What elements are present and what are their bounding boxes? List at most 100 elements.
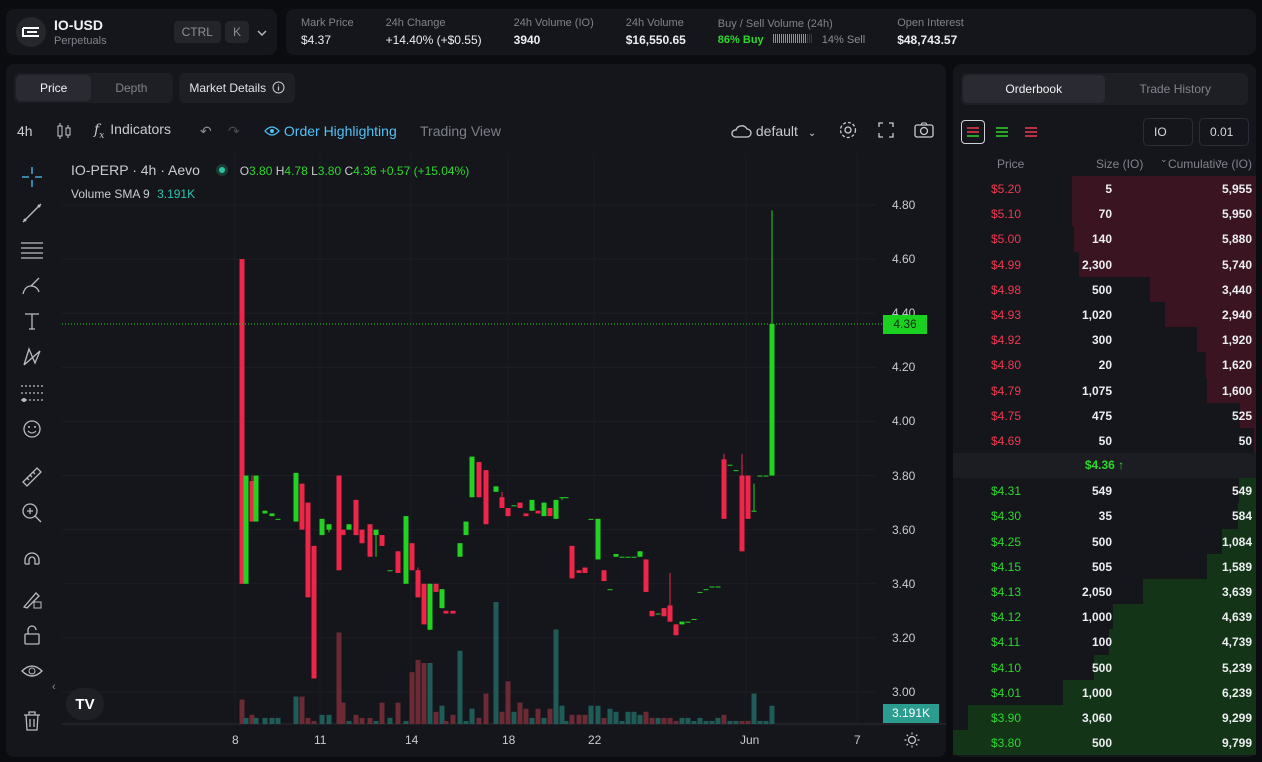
forecast-tool-icon[interactable] — [18, 380, 46, 406]
candle-body — [607, 589, 613, 591]
row-size: 500 — [1091, 660, 1112, 675]
tick-size-select[interactable]: 0.01 ⌄ — [1199, 118, 1249, 164]
ask-row[interactable]: $4.69 50 50 — [953, 427, 1256, 454]
candle-body — [293, 472, 299, 522]
zoom-in-icon[interactable] — [18, 500, 46, 526]
bid-row[interactable]: $4.13 2,050 3,639 — [953, 579, 1256, 605]
candle-type-icon[interactable] — [56, 122, 72, 143]
volume-bar — [359, 717, 365, 724]
gear-icon[interactable] — [838, 120, 858, 143]
trend-line-icon[interactable] — [18, 200, 46, 226]
time-tick-label: 7 — [854, 733, 861, 747]
bid-row[interactable]: $3.80 500 9,799 — [953, 730, 1256, 756]
view-bids-button[interactable] — [990, 120, 1014, 144]
ask-row[interactable]: $4.80 20 1,620 — [953, 352, 1256, 378]
view-asks-button[interactable] — [1019, 120, 1043, 144]
ask-row[interactable]: $5.00 140 5,880 — [953, 226, 1256, 252]
bid-row[interactable]: $4.30 35 584 — [953, 503, 1256, 529]
fullscreen-icon[interactable] — [878, 122, 894, 141]
candle-body — [326, 524, 332, 530]
collapse-toolbar-icon[interactable]: ‹ — [52, 681, 56, 693]
visibility-icon[interactable] — [18, 658, 46, 684]
chevron-down-icon[interactable] — [257, 25, 267, 39]
trading-view-button[interactable]: Trading View — [420, 123, 501, 139]
layout-selector[interactable]: default ⌄ — [730, 123, 816, 139]
indicators-button[interactable]: fx Indicators — [94, 121, 171, 141]
lock-drawing-icon[interactable] — [18, 586, 46, 612]
volume-legend: Volume SMA 9 3.191K — [71, 187, 195, 201]
ask-row[interactable]: $4.92 300 1,920 — [953, 327, 1256, 353]
ask-row[interactable]: $5.20 5 5,955 — [953, 176, 1256, 202]
bid-row[interactable]: $4.31 549 549 — [953, 478, 1256, 504]
market-selector[interactable]: IO-USD Perpetuals CTRL K — [6, 9, 277, 55]
orderbook-asks-icon — [1025, 127, 1037, 137]
row-price: $3.90 — [991, 710, 1022, 725]
tab-price[interactable]: Price — [16, 75, 92, 101]
trash-icon[interactable] — [18, 708, 46, 734]
volume-bar — [450, 714, 456, 724]
volume-bar — [427, 663, 433, 724]
ask-row[interactable]: $4.75 475 525 — [953, 402, 1256, 428]
magnet-icon[interactable] — [18, 550, 46, 576]
ask-row[interactable]: $5.10 70 5,950 — [953, 201, 1256, 227]
interval-selector[interactable]: 4h — [17, 123, 33, 139]
price-tick-label: 4.80 — [892, 198, 916, 212]
volume-bar — [709, 720, 715, 724]
tradingview-logo[interactable]: TV — [66, 688, 104, 720]
row-price: $4.92 — [991, 333, 1022, 348]
buy-sell-ratio-bar — [772, 34, 813, 46]
candle-body — [691, 618, 697, 620]
volume-bar — [409, 672, 415, 724]
volume-bar — [319, 714, 325, 724]
horizontal-lines-icon[interactable] — [18, 236, 46, 262]
pattern-tool-icon[interactable] — [18, 344, 46, 370]
brush-icon[interactable] — [18, 272, 46, 298]
tab-orderbook[interactable]: Orderbook — [963, 75, 1105, 103]
ask-row[interactable]: $4.99 2,300 5,740 — [953, 251, 1256, 277]
market-details-button[interactable]: Market Details — [181, 75, 293, 101]
bid-row[interactable]: $4.12 1,000 4,639 — [953, 604, 1256, 630]
ask-row[interactable]: $4.79 1,075 1,600 — [953, 377, 1256, 403]
candle-body — [655, 613, 661, 615]
row-size: 500 — [1091, 282, 1112, 297]
redo-icon[interactable]: ↷ — [228, 123, 240, 140]
text-tool-icon[interactable] — [18, 308, 46, 334]
bid-row[interactable]: $4.11 100 4,739 — [953, 629, 1256, 655]
ohlc-label: C — [344, 164, 354, 178]
stat-value: $16,550.65 — [625, 33, 686, 47]
bid-row[interactable]: $4.25 500 1,084 — [953, 528, 1256, 554]
volume-bar — [563, 720, 569, 724]
row-size: 475 — [1091, 408, 1112, 423]
row-size: 5 — [1105, 182, 1112, 196]
volume-legend-value: 3.191K — [157, 187, 196, 201]
emoji-icon[interactable] — [18, 416, 46, 442]
tab-trade-history[interactable]: Trade History — [1105, 75, 1247, 103]
view-both-button[interactable] — [961, 120, 985, 144]
market-symbol: IO-USD — [54, 17, 103, 33]
crosshair-icon[interactable] — [18, 164, 46, 190]
chart-legend: IO-PERP · 4h · Aevo O3.80 H4.78 L3.80 C4… — [71, 162, 469, 178]
bid-row[interactable]: $4.15 505 1,589 — [953, 553, 1256, 579]
candle-body — [613, 554, 619, 557]
bid-row[interactable]: $3.90 3,060 9,299 — [953, 704, 1256, 731]
volume-bar — [421, 663, 427, 724]
candle-body — [685, 621, 691, 623]
bid-row[interactable]: $4.10 500 5,239 — [953, 654, 1256, 680]
tab-depth[interactable]: Depth — [91, 75, 171, 101]
ruler-icon[interactable] — [18, 464, 46, 490]
unit-select[interactable]: IO ⌄ — [1143, 118, 1193, 164]
sun-settings-icon[interactable] — [904, 732, 920, 751]
stat-label: Buy / Sell Volume (24h) — [717, 17, 833, 30]
unlock-icon[interactable] — [18, 622, 46, 648]
bid-row[interactable]: $4.01 1,000 6,239 — [953, 679, 1256, 705]
order-highlighting-button[interactable]: Order Highlighting — [264, 123, 397, 139]
ask-row[interactable]: $4.98 500 3,440 — [953, 276, 1256, 302]
volume-bar — [262, 717, 268, 724]
camera-icon[interactable] — [914, 122, 934, 141]
undo-icon[interactable]: ↶ — [200, 123, 212, 140]
ask-row[interactable]: $4.93 1,020 2,940 — [953, 301, 1256, 328]
row-size: 70 — [1098, 207, 1112, 222]
stat-volume-io: 24h Volume (IO) 3940 — [514, 17, 594, 47]
candle-body — [353, 499, 359, 536]
row-cumulative: 5,950 — [1221, 207, 1252, 222]
